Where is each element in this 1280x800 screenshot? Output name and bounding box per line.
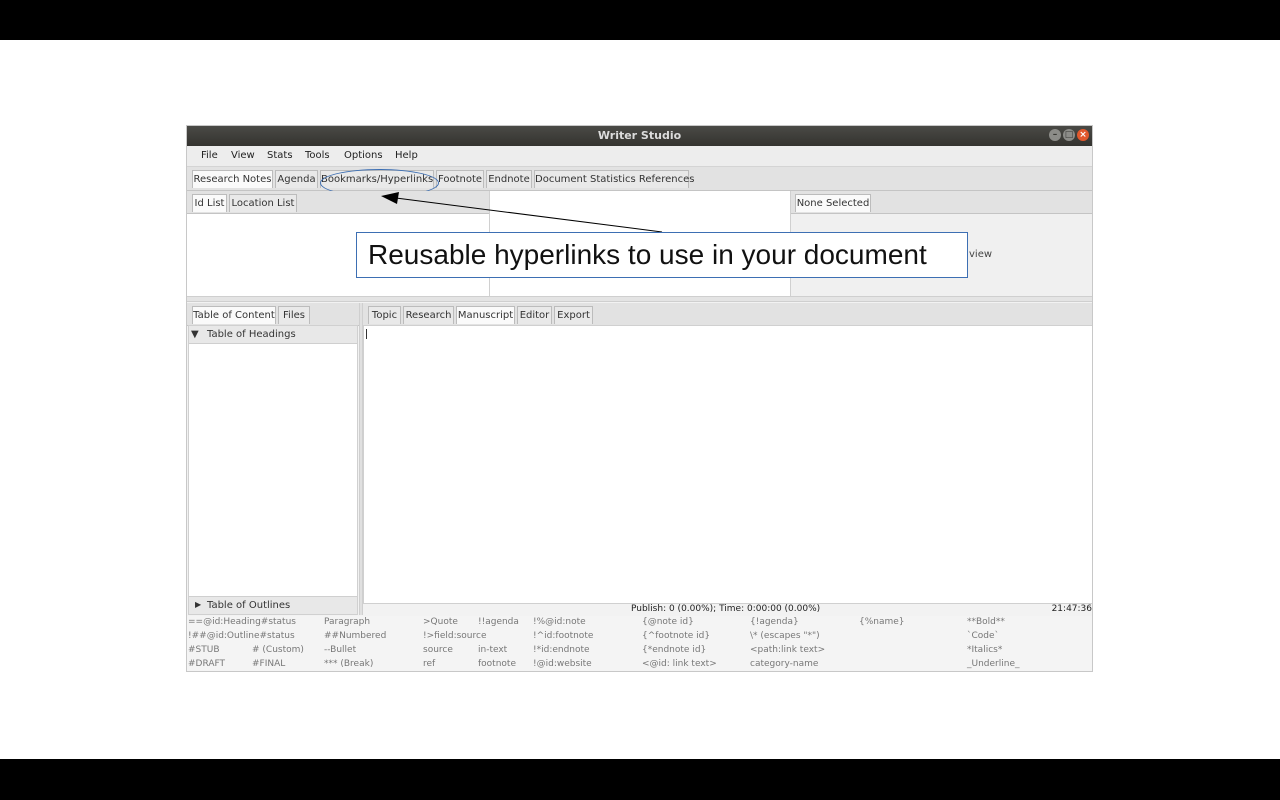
hint: {@note id} <box>642 617 694 627</box>
hint: #DRAFT <box>188 659 226 669</box>
hint: Paragraph <box>324 617 371 627</box>
table-of-headings-header[interactable]: ▼ Table of Headings <box>189 326 357 344</box>
hint: !>field:source <box>423 631 487 641</box>
menu-tools[interactable]: Tools <box>305 150 330 161</box>
app-window: Writer Studio – □ × File View Stats Tool… <box>186 125 1093 672</box>
table-of-headings-label: Table of Headings <box>207 329 296 340</box>
hint: {*endnote id} <box>642 645 707 655</box>
hint: {^footnote id} <box>642 631 711 641</box>
maximize-icon[interactable]: □ <box>1063 129 1075 141</box>
hint: !!agenda <box>478 617 519 627</box>
minimize-icon[interactable]: – <box>1049 129 1061 141</box>
tab-id-list[interactable]: Id List <box>192 194 227 212</box>
tab-research-notes[interactable]: Research Notes <box>192 170 273 188</box>
toc-tab-strip: Table of Content Files <box>187 303 359 326</box>
tab-export[interactable]: Export <box>554 306 593 324</box>
hint: ref <box>423 659 436 669</box>
window-controls: – □ × <box>1049 129 1089 141</box>
hint: #FINAL <box>252 659 286 669</box>
id-tab-strip: Id List Location List <box>187 191 489 214</box>
menu-stats[interactable]: Stats <box>267 150 293 161</box>
manuscript-editor[interactable] <box>363 325 1092 604</box>
hint: *** (Break) <box>324 659 374 669</box>
hint: !*id:endnote <box>533 645 590 655</box>
hint: source <box>423 645 453 655</box>
hint: !##@id:Outline#status <box>188 631 295 641</box>
publish-status: Publish: 0 (0.00%); Time: 0:00:00 (0.00%… <box>631 604 821 614</box>
callout-box: Reusable hyperlinks to use in your docum… <box>356 232 968 278</box>
editor-tab-strip: Topic Research Manuscript Editor Export <box>363 303 1092 326</box>
markup-cheatsheet: ==@id:Heading#status Paragraph >Quote !!… <box>187 616 1092 671</box>
hint: {!agenda} <box>750 617 799 627</box>
hint: in-text <box>478 645 508 655</box>
hint: `Code` <box>967 631 1000 641</box>
hint: category-name <box>750 659 819 669</box>
menu-bar: File View Stats Tools Options Help <box>187 146 1092 167</box>
expand-down-icon[interactable]: ▼ <box>191 329 199 340</box>
hint: _Underline_ <box>967 659 1020 669</box>
preview-text: view <box>969 249 993 260</box>
menu-file[interactable]: File <box>201 150 218 161</box>
hint: ==@id:Heading#status <box>188 617 296 627</box>
status-bar: Publish: 0 (0.00%); Time: 0:00:00 (0.00%… <box>363 604 1092 616</box>
tab-editor[interactable]: Editor <box>517 306 552 324</box>
tab-agenda[interactable]: Agenda <box>275 170 318 188</box>
hint: <@id: link text> <box>642 659 717 669</box>
tab-research[interactable]: Research <box>403 306 454 324</box>
tab-document-statistics-references[interactable]: Document Statistics References <box>534 170 694 188</box>
menu-help[interactable]: Help <box>395 150 418 161</box>
close-icon[interactable]: × <box>1077 129 1089 141</box>
menu-options[interactable]: Options <box>344 150 383 161</box>
tab-footnote[interactable]: Footnote <box>436 170 484 188</box>
table-of-outlines-header[interactable]: ▶ Table of Outlines <box>189 596 357 614</box>
expand-right-icon[interactable]: ▶ <box>195 600 201 609</box>
tab-none-selected[interactable]: None Selected <box>795 194 871 212</box>
hint: >Quote <box>423 617 458 627</box>
hint: !%@id:note <box>533 617 586 627</box>
table-of-outlines-label: Table of Outlines <box>207 600 291 611</box>
hint: !^id:footnote <box>533 631 594 641</box>
hint: **Bold** <box>967 617 1005 627</box>
tab-location-list[interactable]: Location List <box>229 194 297 212</box>
hint: --Bullet <box>324 645 357 655</box>
hint: # (Custom) <box>252 645 304 655</box>
clock: 21:47:36 <box>1051 604 1092 614</box>
hint: footnote <box>478 659 516 669</box>
toc-panel: ▼ Table of Headings ▶ Table of Outlines <box>188 325 358 615</box>
window-title: Writer Studio <box>597 129 682 142</box>
preview-tab-strip: None Selected <box>791 191 1092 214</box>
tab-manuscript[interactable]: Manuscript <box>456 306 515 324</box>
callout-text: Reusable hyperlinks to use in your docum… <box>368 239 927 270</box>
tab-files[interactable]: Files <box>278 306 310 324</box>
hint: *Italics* <box>967 645 1003 655</box>
menu-view[interactable]: View <box>231 150 255 161</box>
tab-table-of-content[interactable]: Table of Content <box>192 306 276 324</box>
hint: <path:link text> <box>750 645 826 655</box>
title-bar: Writer Studio – □ × <box>187 126 1092 146</box>
tab-endnote[interactable]: Endnote <box>486 170 532 188</box>
hint: !@id:website <box>533 659 592 669</box>
hint: #STUB <box>188 645 220 655</box>
hint: ##Numbered <box>324 631 387 641</box>
horizontal-split-divider[interactable] <box>187 296 1092 302</box>
text-cursor <box>366 329 367 339</box>
tab-topic[interactable]: Topic <box>368 306 401 324</box>
hint: \* (escapes "*") <box>750 631 820 641</box>
hint: {%name} <box>859 617 905 627</box>
